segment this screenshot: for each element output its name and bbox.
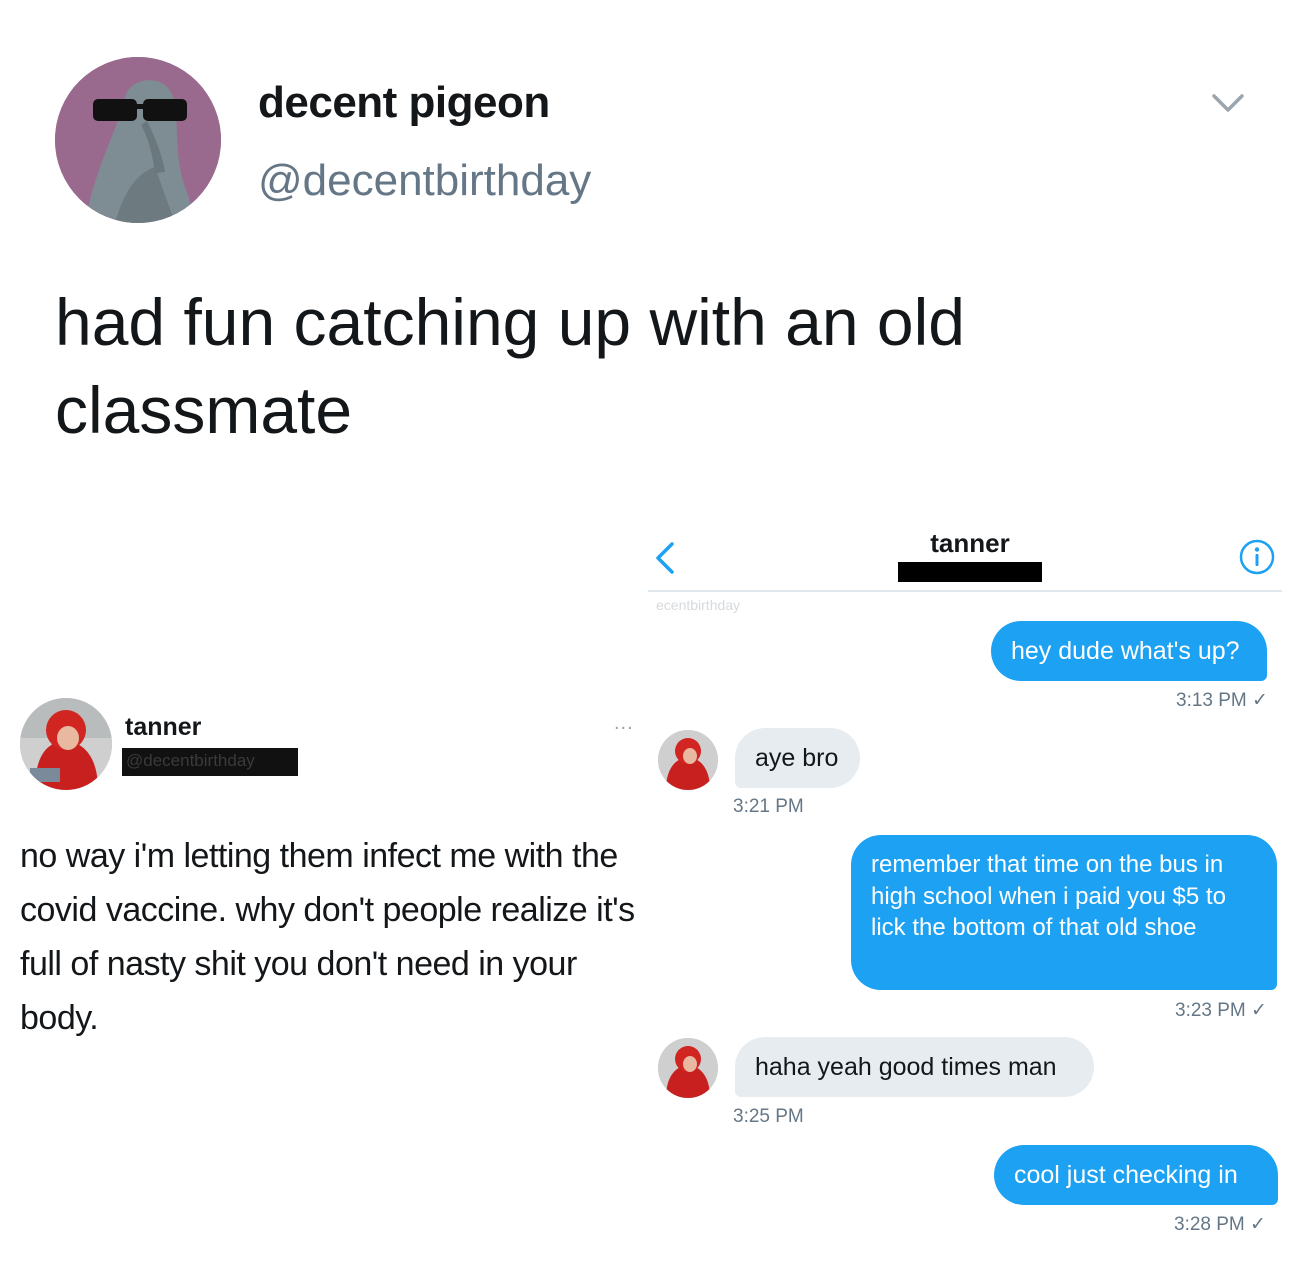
message-outgoing[interactable]: cool just checking in bbox=[994, 1145, 1278, 1205]
message-text: cool just checking in bbox=[1014, 1160, 1238, 1189]
tanner-photo-icon bbox=[20, 698, 112, 790]
user-handle[interactable]: @decentbirthday bbox=[258, 156, 591, 206]
message-timestamp: 3:21 PM bbox=[733, 796, 804, 817]
message-incoming[interactable]: aye bro bbox=[735, 728, 860, 788]
message-outgoing[interactable]: hey dude what's up? bbox=[991, 621, 1267, 681]
message-text: haha yeah good times man bbox=[755, 1052, 1057, 1081]
message-timestamp: 3:23 PM ✓ bbox=[1175, 1000, 1267, 1021]
message-text: remember that time on the bus in high sc… bbox=[871, 851, 1226, 941]
tanner-photo-icon bbox=[658, 730, 718, 790]
chevron-down-icon[interactable] bbox=[1208, 84, 1248, 124]
redacted-handle-bar bbox=[898, 562, 1042, 582]
pigeon-with-sunglasses-icon bbox=[55, 57, 221, 223]
tanner-handle: @decentbirthday bbox=[126, 751, 255, 770]
message-timestamp: 3:28 PM ✓ bbox=[1174, 1214, 1266, 1235]
message-text: aye bro bbox=[755, 743, 839, 772]
message-timestamp: 3:13 PM ✓ bbox=[1176, 690, 1268, 711]
pigeon-avatar[interactable] bbox=[55, 57, 221, 223]
info-icon[interactable] bbox=[1238, 538, 1276, 576]
tanner-avatar[interactable] bbox=[20, 698, 112, 790]
back-arrow-icon[interactable] bbox=[650, 538, 680, 578]
conversation-title: tanner bbox=[930, 528, 1010, 558]
tanner-name[interactable]: tanner bbox=[125, 713, 201, 742]
tanner-avatar-small[interactable] bbox=[658, 1038, 718, 1098]
tanner-tweet-text: no way i'm letting them infect me with t… bbox=[20, 837, 635, 1037]
message-timestamp: 3:25 PM bbox=[733, 1106, 804, 1127]
tanner-photo-icon bbox=[658, 1038, 718, 1098]
tweet-text: had fun catching up with an old classmat… bbox=[55, 285, 965, 447]
more-options-icon[interactable]: ... bbox=[614, 712, 634, 735]
message-outgoing[interactable]: remember that time on the bus in high sc… bbox=[851, 835, 1277, 990]
header-divider bbox=[648, 590, 1282, 592]
message-incoming[interactable]: haha yeah good times man bbox=[735, 1037, 1094, 1097]
message-text: hey dude what's up? bbox=[1011, 636, 1240, 665]
watermark: ecentbirthday bbox=[656, 597, 741, 613]
display-name[interactable]: decent pigeon bbox=[258, 78, 550, 128]
tanner-avatar-small[interactable] bbox=[658, 730, 718, 790]
